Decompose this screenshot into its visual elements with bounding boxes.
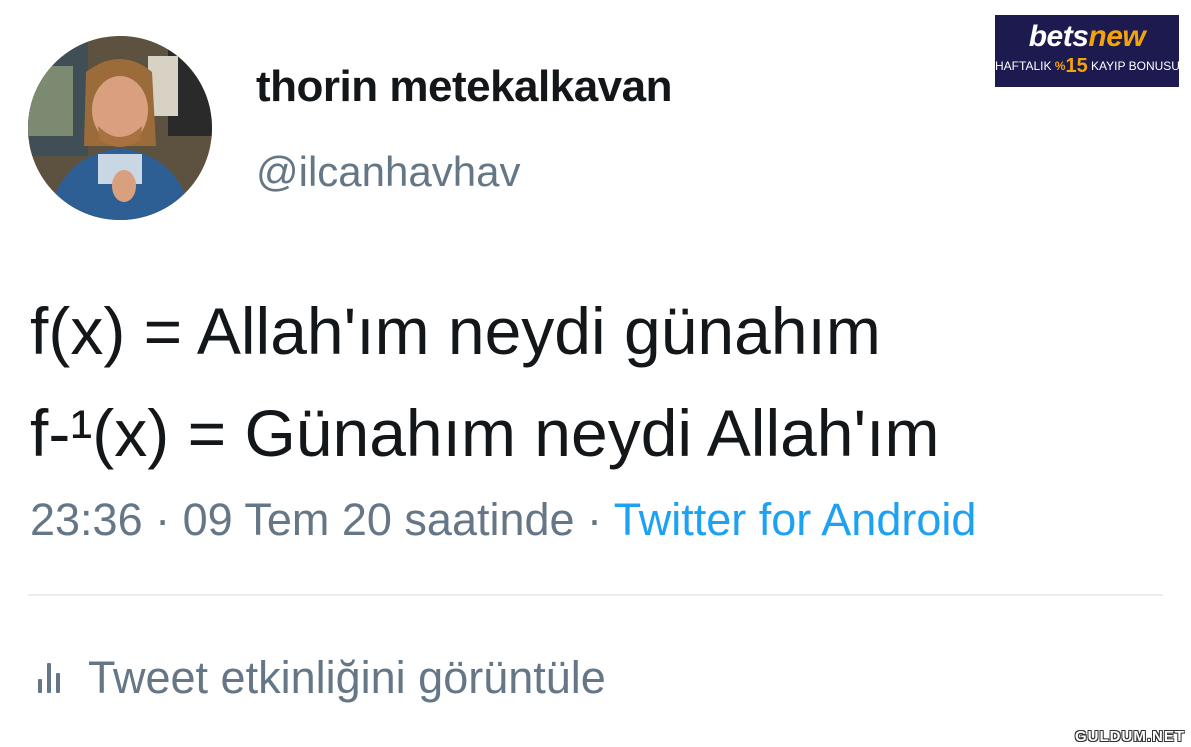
author-display-name[interactable]: thorin metekalkavan: [256, 62, 673, 112]
divider: [28, 594, 1163, 596]
tweet-text-line-2: f-¹(x) = Günahım neydi Allah'ım: [30, 396, 940, 470]
tweet-text: f(x) = Allah'ım neydi günahım f-¹(x) = G…: [30, 280, 939, 484]
ad-brand-logo: betsnew: [1028, 20, 1146, 53]
ad-subtitle: HAFTALIK %15 KAYIP BONUSU: [995, 55, 1180, 77]
tweet-text-line-1: f(x) = Allah'ım neydi günahım: [30, 294, 881, 368]
tweet-source-link[interactable]: Twitter for Android: [614, 494, 977, 545]
site-watermark: GULDUM.NET: [1075, 728, 1185, 745]
tweet-timestamp[interactable]: 23:36 · 09 Tem 20 saatinde ·: [30, 494, 614, 545]
view-tweet-activity-button[interactable]: Tweet etkinliğini görüntüle: [38, 648, 606, 708]
analytics-bars-icon: [38, 663, 60, 693]
view-tweet-activity-label: Tweet etkinliğini görüntüle: [88, 652, 606, 703]
author-handle[interactable]: @ilcanhavhav: [256, 148, 520, 196]
ad-banner[interactable]: betsnew HAFTALIK %15 KAYIP BONUSU: [995, 15, 1180, 87]
avatar[interactable]: [28, 36, 212, 220]
avatar-photo: [28, 36, 212, 220]
tweet-meta: 23:36 · 09 Tem 20 saatinde · Twitter for…: [30, 494, 976, 546]
